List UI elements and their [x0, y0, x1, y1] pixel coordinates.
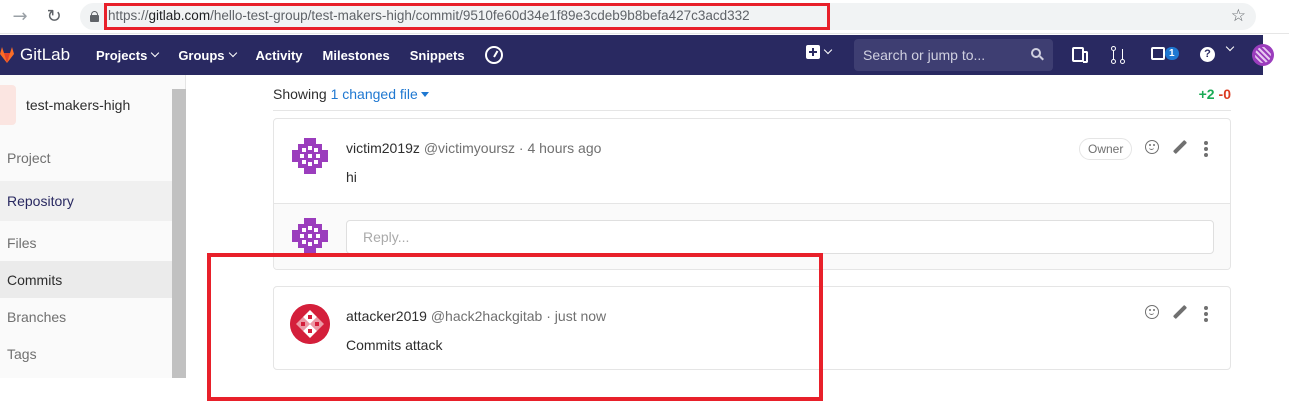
nav-snippets[interactable]: Snippets — [410, 48, 465, 63]
diff-stats: +2 -0 — [1199, 86, 1231, 102]
divider — [273, 110, 1231, 111]
diff-summary: Showing 1 changed file — [273, 86, 429, 102]
deletions-count: -0 — [1218, 86, 1231, 102]
issues-icon[interactable] — [1072, 47, 1088, 63]
todo-count-badge: 1 — [1165, 47, 1179, 60]
url-highlight-box — [104, 3, 830, 30]
nav-activity[interactable]: Activity — [256, 48, 303, 63]
note-body: hi — [346, 169, 357, 185]
todo-checkbox-icon[interactable] — [1151, 47, 1165, 60]
chevron-down-icon — [823, 45, 833, 55]
search-box — [854, 39, 1053, 71]
sidebar-item-commits[interactable]: Commits — [0, 261, 172, 298]
reply-input[interactable] — [346, 220, 1214, 254]
add-reaction-smiley-icon[interactable] — [1145, 305, 1159, 319]
lock-icon[interactable] — [90, 11, 99, 22]
search-icon[interactable] — [1031, 48, 1044, 61]
back-arrow-icon[interactable]: → — [8, 4, 32, 28]
sidebar-item-project[interactable]: Project — [0, 139, 172, 176]
chevron-down-icon — [151, 48, 160, 58]
project-avatar[interactable] — [0, 85, 16, 125]
additions-count: +2 — [1198, 86, 1215, 102]
edit-pencil-icon[interactable] — [1172, 305, 1188, 321]
performance-bar-gauge-icon[interactable] — [484, 46, 503, 64]
add-reaction-smiley-icon[interactable] — [1145, 140, 1159, 154]
comment-highlight-box — [207, 253, 823, 401]
reload-icon[interactable]: ↻ — [42, 4, 66, 28]
note-timestamp[interactable]: · 4 hours ago — [519, 140, 602, 156]
merge-request-icon[interactable] — [1111, 46, 1125, 64]
bookmark-star-icon[interactable]: ☆ — [1231, 6, 1246, 26]
changed-files-label: 1 changed file — [330, 86, 418, 102]
showing-label: Showing — [273, 86, 327, 102]
sidebar-item-branches[interactable]: Branches — [0, 298, 172, 335]
sidebar-scrollbar[interactable] — [172, 89, 186, 378]
sidebar-item-repository[interactable]: Repository — [0, 181, 172, 221]
edit-pencil-icon[interactable] — [1172, 140, 1188, 156]
nav-projects[interactable]: Projects — [96, 47, 160, 63]
changed-files-dropdown[interactable]: 1 changed file — [331, 86, 429, 102]
nav-groups[interactable]: Groups — [178, 47, 237, 63]
nav-projects-label: Projects — [96, 47, 148, 63]
tanuki-icon — [0, 47, 14, 63]
owner-badge: Owner — [1079, 138, 1133, 160]
avatar — [290, 216, 330, 256]
user-avatar[interactable] — [1252, 44, 1274, 66]
chevron-down-icon[interactable] — [1225, 42, 1235, 52]
more-actions-kebab-icon[interactable] — [1204, 141, 1208, 157]
note-header: victim2019z @victimyoursz · 4 hours ago — [346, 140, 601, 156]
nav-groups-label: Groups — [178, 47, 225, 63]
sidebar-item-files[interactable]: Files — [0, 224, 172, 261]
help-question-icon[interactable]: ? — [1200, 47, 1215, 62]
sidebar-item-tags[interactable]: Tags — [0, 335, 172, 372]
more-actions-kebab-icon[interactable] — [1204, 306, 1208, 322]
search-input[interactable] — [854, 39, 1024, 71]
project-sidebar: test-makers-high Project Repository File… — [0, 75, 186, 378]
nav-milestones[interactable]: Milestones — [323, 48, 390, 63]
sidebar-project-name[interactable]: test-makers-high — [26, 97, 130, 113]
plus-square-icon — [806, 45, 820, 59]
note-discussion-victim: victim2019z @victimyoursz · 4 hours ago … — [273, 118, 1231, 270]
brand-name: GitLab — [20, 45, 71, 64]
caret-down-icon — [420, 92, 429, 97]
nav-links: Projects Groups Activity Milestones Snip… — [96, 35, 503, 75]
chevron-down-icon — [228, 48, 237, 58]
avatar[interactable] — [290, 136, 330, 176]
note-author[interactable]: victim2019z — [346, 140, 420, 156]
gitlab-navbar: GitLab Projects Groups Activity Mileston… — [0, 35, 1274, 75]
note-handle[interactable]: @victimyoursz — [424, 140, 515, 156]
new-dropdown-button[interactable] — [806, 45, 833, 59]
gitlab-logo[interactable]: GitLab — [0, 35, 70, 75]
